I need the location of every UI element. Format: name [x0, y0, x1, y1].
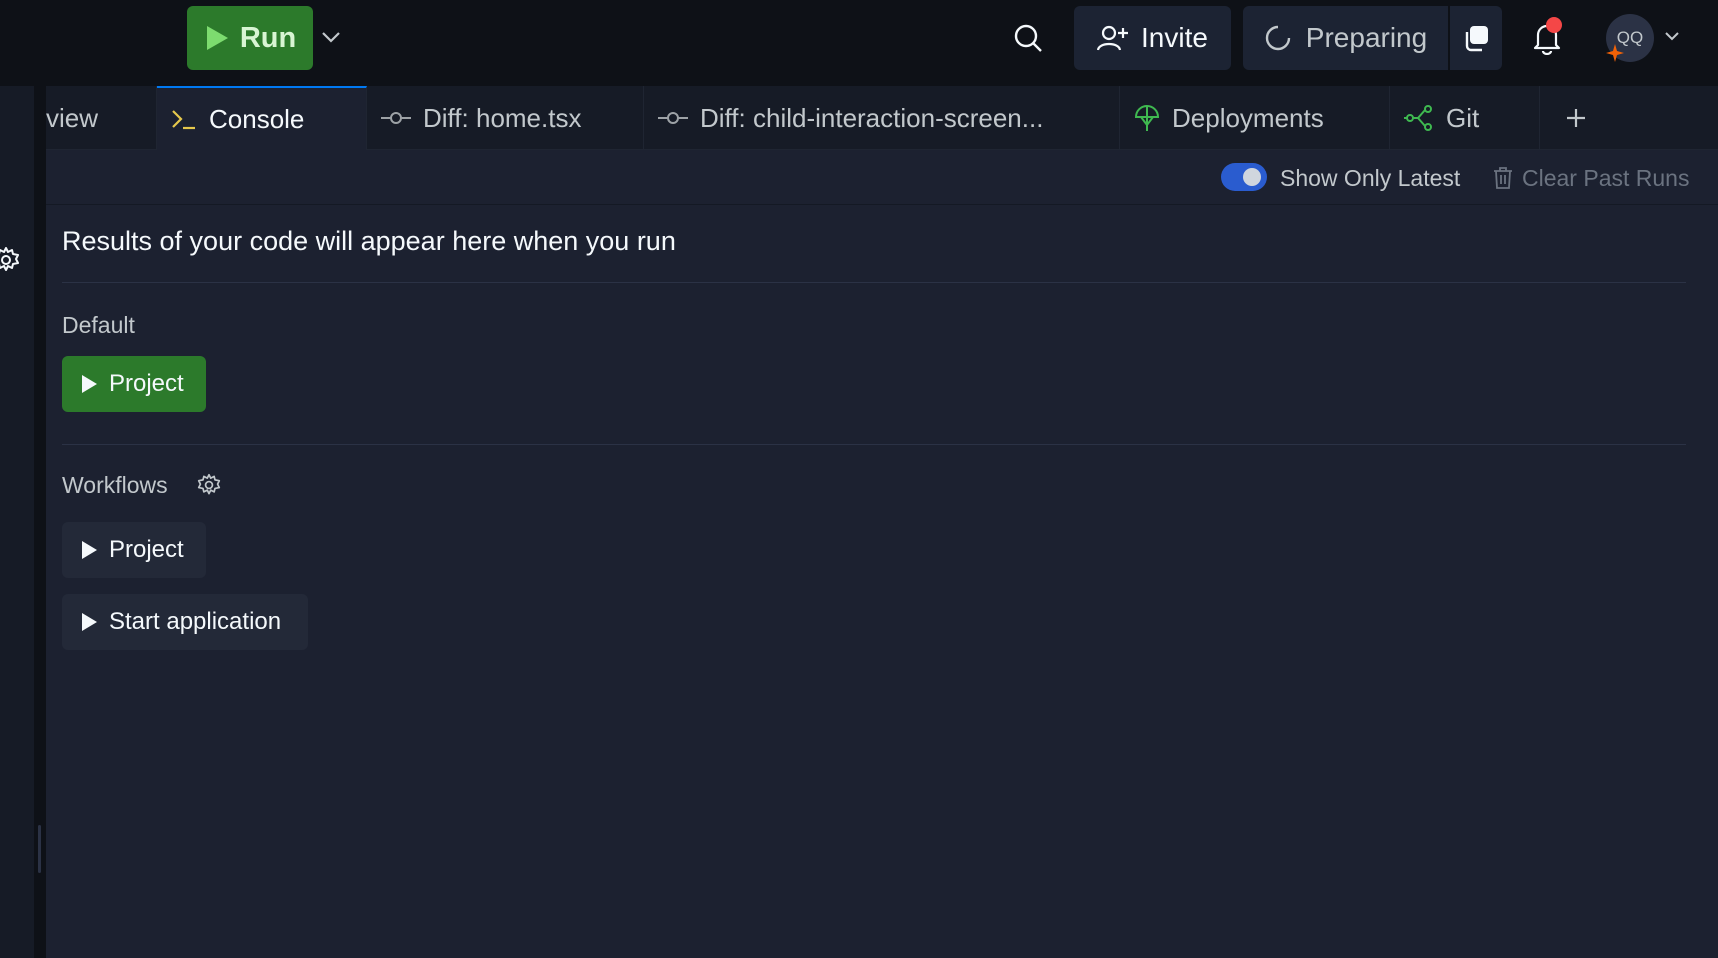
- default-section-label: Default: [62, 312, 135, 338]
- search-icon[interactable]: [1010, 20, 1046, 56]
- top-bar: Run Invite Preparing QQ: [0, 0, 1718, 76]
- divider: [62, 282, 1686, 283]
- tab-diff-home[interactable]: Diff: home.tsx: [367, 86, 644, 150]
- tab-view[interactable]: view: [46, 86, 157, 150]
- console-panel: Show Only Latest Clear Past Runs Results…: [46, 150, 1718, 958]
- tab-label: view: [46, 102, 99, 133]
- workflow-start-application-run-button[interactable]: Start application: [62, 594, 308, 650]
- run-options-chevron-down-icon[interactable]: [318, 24, 344, 50]
- run-item-label: Start application: [109, 608, 282, 635]
- workflow-project-run-button[interactable]: Project: [62, 522, 206, 578]
- preparing-label: Preparing: [1305, 22, 1428, 53]
- invite-label: Invite: [1141, 22, 1208, 53]
- run-item-label: Project: [109, 536, 184, 563]
- notification-badge: [1546, 17, 1562, 33]
- play-icon: [82, 541, 97, 559]
- tab-label: Diff: child-interaction-screen...: [700, 102, 1044, 133]
- spinner-icon: [1265, 25, 1290, 51]
- deployments-icon: [1134, 105, 1160, 131]
- clear-past-runs-button[interactable]: Clear Past Runs: [1492, 162, 1689, 194]
- settings-gear-icon[interactable]: [0, 246, 20, 274]
- run-item-label: Project: [109, 370, 184, 397]
- run-button[interactable]: Run: [187, 6, 313, 70]
- console-toolbar: Show Only Latest Clear Past Runs: [46, 150, 1718, 205]
- resize-handle[interactable]: [38, 825, 41, 873]
- play-icon: [82, 613, 97, 631]
- workflows-section-label: Workflows: [62, 472, 168, 498]
- play-icon: [206, 26, 228, 50]
- tab-label: Console: [209, 103, 305, 134]
- tab-label: Git: [1446, 102, 1480, 133]
- show-only-latest-label: Show Only Latest: [1280, 165, 1461, 191]
- tab-console[interactable]: Console: [157, 86, 367, 150]
- results-placeholder-text: Results of your code will appear here wh…: [62, 226, 676, 256]
- divider: [62, 444, 1686, 445]
- preparing-status-button[interactable]: Preparing: [1243, 6, 1448, 70]
- tab-bar: view Console Diff: home.tsx Diff: child-…: [46, 86, 1718, 150]
- clear-past-runs-label: Clear Past Runs: [1522, 164, 1690, 191]
- run-button-label: Run: [239, 21, 297, 54]
- trash-icon: [1494, 167, 1512, 189]
- invite-button[interactable]: Invite: [1074, 6, 1231, 70]
- workflows-gear-icon[interactable]: [196, 472, 222, 498]
- tab-deployments[interactable]: Deployments: [1120, 86, 1390, 150]
- tab-label: Deployments: [1172, 102, 1324, 133]
- tab-diff-child-interaction[interactable]: Diff: child-interaction-screen...: [644, 86, 1120, 150]
- tab-label: Diff: home.tsx: [423, 102, 582, 133]
- play-icon: [82, 375, 97, 393]
- git-commit-icon: [381, 112, 411, 124]
- show-only-latest-toggle[interactable]: [1221, 163, 1267, 191]
- default-project-run-button[interactable]: Project: [62, 356, 206, 412]
- tab-git[interactable]: Git: [1390, 86, 1540, 150]
- toggle-knob: [1243, 168, 1261, 186]
- git-branch-icon: [1404, 105, 1432, 131]
- terminal-prompt-icon: [172, 110, 195, 130]
- account-chevron-down-icon[interactable]: [1662, 26, 1682, 46]
- left-sidebar-rail: [0, 86, 34, 958]
- multiplayer-copy-icon[interactable]: [1450, 6, 1502, 70]
- add-tab-plus-icon[interactable]: [1560, 102, 1592, 134]
- git-commit-icon: [658, 112, 688, 124]
- sparkle-badge-icon: [1604, 42, 1626, 64]
- add-user-icon: [1097, 25, 1129, 51]
